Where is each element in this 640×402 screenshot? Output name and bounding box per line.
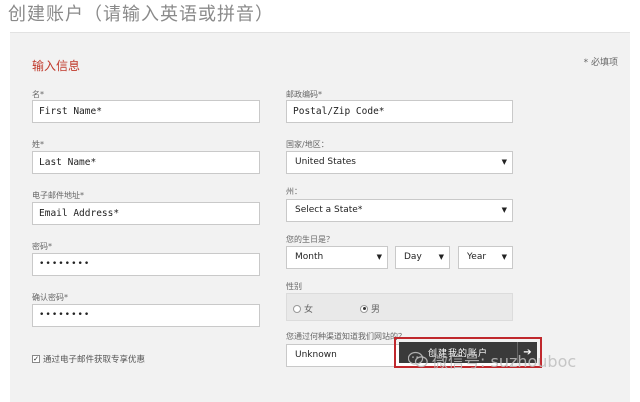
last-name-label: 姓* [32,140,44,149]
watermark: 微信号: suzhouboc [408,348,576,372]
dropdown-arrow-icon: ▼ [501,158,507,166]
page-title: 创建账户（请输入英语或拼音） [8,4,274,25]
dropdown-arrow-icon: ▼ [501,253,507,261]
last-name-input[interactable]: Last Name* [32,151,260,174]
password-input[interactable]: •••••••• [32,253,260,276]
gender-female-option[interactable]: 女 [293,302,313,315]
country-label: 国家/地区： [286,140,329,149]
wechat-icon [408,351,428,368]
birth-month-select[interactable]: Month ▼ [286,246,388,269]
confirm-password-input[interactable]: •••••••• [32,304,260,327]
birth-year-value: Year [467,252,487,262]
state-value: Select a State* [295,205,363,215]
birth-day-value: Day [404,252,422,262]
birth-day-select[interactable]: Day ▼ [395,246,450,269]
newsletter-option[interactable]: ✓ 通过电子邮件获取专享优惠 [32,353,145,365]
state-select[interactable]: Select a State* ▼ [286,199,513,222]
country-value: United States [295,157,356,167]
referral-value: Unknown [295,350,337,360]
password-label: 密码* [32,242,52,251]
newsletter-label: 通过电子邮件获取专享优惠 [43,355,146,365]
male-radio[interactable] [360,304,368,313]
email-input[interactable]: Email Address* [32,202,260,225]
postal-input[interactable]: Postal/Zip Code* [286,100,513,123]
email-label: 电子邮件地址* [32,191,84,200]
newsletter-checkbox[interactable]: ✓ [32,355,40,363]
postal-label: 邮政编码* [286,90,322,99]
first-name-input[interactable]: First Name* [32,100,260,123]
section-title: 输入信息 [32,59,81,73]
dropdown-arrow-icon: ▼ [438,253,444,261]
birthday-label: 您的生日是？ [286,235,334,244]
birth-year-select[interactable]: Year ▼ [458,246,513,269]
watermark-text: 微信号: suzhouboc [432,352,577,371]
gender-male-option[interactable]: 男 [360,302,380,315]
country-select[interactable]: United States ▼ [286,151,513,174]
female-label: 女 [304,305,314,315]
gender-options: 女 男 [286,293,513,321]
dropdown-arrow-icon: ▼ [501,206,507,214]
birth-month-value: Month [295,252,324,262]
female-radio[interactable] [293,304,301,313]
referral-label: 您通过何种渠道知道我们网站的？ [286,332,406,341]
dropdown-arrow-icon: ▼ [376,253,382,261]
first-name-label: 名* [32,90,44,99]
gender-label: 性别 [286,282,302,291]
state-label: 州： [286,187,302,196]
confirm-password-label: 确认密码* [32,293,68,302]
required-note: * 必填项 [583,58,618,68]
male-label: 男 [371,305,381,315]
